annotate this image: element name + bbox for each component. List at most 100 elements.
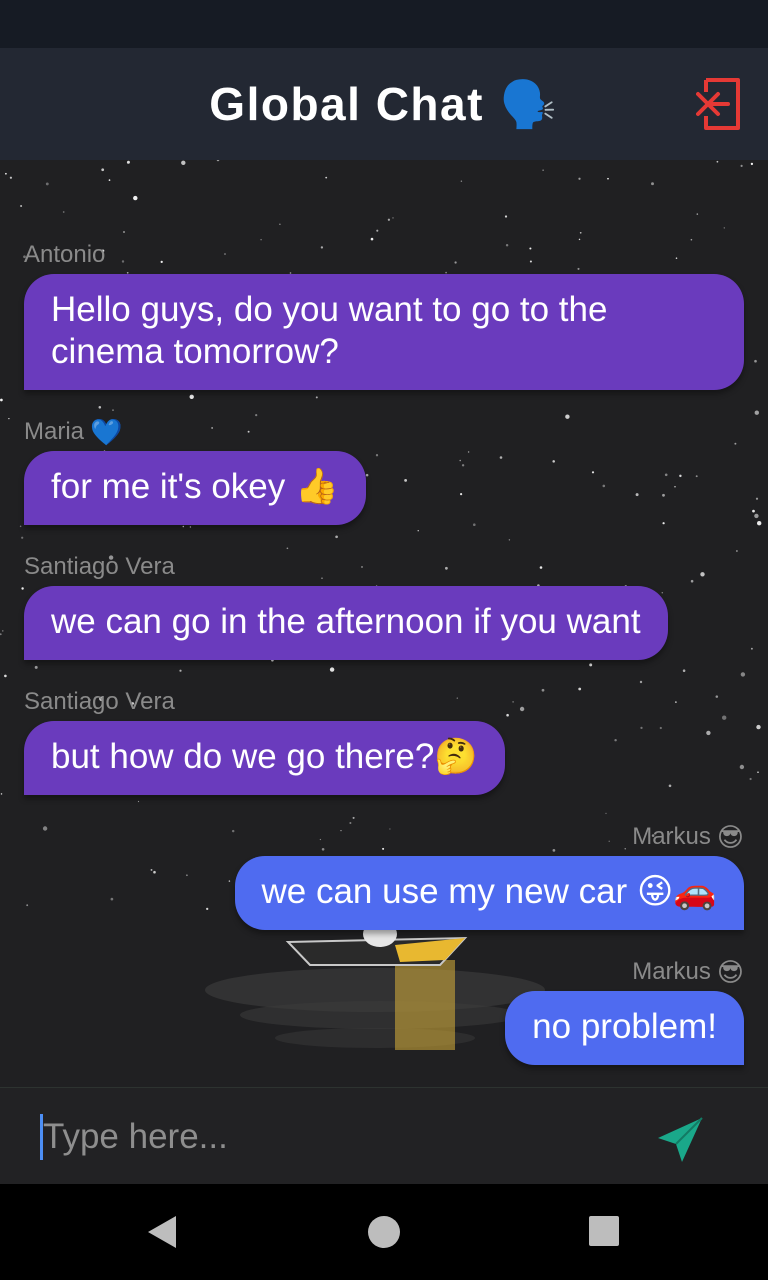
star bbox=[675, 701, 677, 703]
send-icon[interactable] bbox=[654, 1114, 706, 1166]
star bbox=[98, 406, 102, 409]
star bbox=[133, 195, 138, 201]
page-title-text: Global Chat bbox=[209, 78, 484, 130]
star bbox=[286, 547, 289, 550]
star bbox=[739, 764, 745, 770]
message-item: Maria 💙 for me it's okey 👍 bbox=[24, 417, 366, 525]
star bbox=[19, 525, 22, 528]
logout-icon[interactable] bbox=[696, 76, 744, 132]
star bbox=[123, 231, 125, 233]
app-bar: Global Chat 🗣️ bbox=[0, 48, 768, 160]
star bbox=[734, 442, 737, 445]
star bbox=[42, 826, 48, 831]
message-bubble[interactable]: for me it's okey 👍 bbox=[24, 451, 366, 525]
sender-name: Santiago Vera bbox=[24, 688, 175, 715]
star bbox=[110, 897, 114, 901]
star bbox=[4, 674, 7, 678]
sender-name: Santiago Vera bbox=[24, 553, 175, 580]
star bbox=[126, 160, 130, 164]
star bbox=[21, 536, 24, 539]
message-bubble[interactable]: Hello guys, do you want to go to the cin… bbox=[24, 274, 744, 390]
star bbox=[34, 665, 38, 669]
star bbox=[8, 417, 10, 420]
star bbox=[189, 394, 194, 399]
star bbox=[682, 669, 686, 672]
star bbox=[9, 176, 13, 179]
star bbox=[216, 160, 220, 162]
back-triangle-icon[interactable] bbox=[144, 1212, 184, 1252]
star bbox=[614, 738, 617, 742]
star bbox=[26, 904, 29, 907]
recents-square-icon[interactable] bbox=[589, 1216, 619, 1246]
message-bubble[interactable]: we can use my new car 😜🚗 bbox=[234, 856, 744, 930]
message-bubble[interactable]: no problem! bbox=[505, 991, 744, 1065]
star bbox=[365, 473, 369, 477]
star bbox=[508, 539, 511, 541]
message-bubble[interactable]: we can go in the afternoon if you want bbox=[24, 586, 668, 660]
message-sender: Markus 😎 bbox=[235, 822, 744, 852]
message-item: Santiago Vera we can go in the afternoon… bbox=[24, 552, 668, 660]
star bbox=[467, 451, 470, 453]
sender-name: Antonio bbox=[24, 241, 106, 268]
star bbox=[715, 695, 719, 698]
star bbox=[754, 410, 759, 415]
star bbox=[417, 530, 419, 532]
home-circle-icon[interactable] bbox=[368, 1216, 400, 1248]
star bbox=[578, 177, 581, 180]
star bbox=[182, 525, 185, 528]
star bbox=[756, 724, 761, 730]
star bbox=[472, 523, 476, 527]
star bbox=[700, 572, 705, 577]
message-item: Markus 😎 no problem! bbox=[505, 957, 744, 1065]
star bbox=[752, 509, 755, 513]
page-title: Global Chat 🗣️ bbox=[209, 77, 558, 132]
star bbox=[189, 526, 192, 528]
message-item: Markus 😎 we can use my new car 😜🚗 bbox=[234, 822, 744, 930]
star bbox=[404, 478, 408, 482]
star bbox=[674, 486, 676, 488]
message-sender: Maria 💙 bbox=[24, 417, 366, 447]
star bbox=[668, 784, 672, 788]
star bbox=[754, 359, 757, 363]
star bbox=[662, 493, 665, 497]
chat-messages-area[interactable]: Antonio Hello guys, do you want to go to… bbox=[0, 160, 768, 1087]
star bbox=[750, 162, 754, 166]
star bbox=[62, 211, 65, 213]
star bbox=[2, 630, 4, 632]
star bbox=[589, 663, 593, 667]
star bbox=[696, 213, 699, 215]
star bbox=[137, 800, 140, 803]
star bbox=[0, 633, 2, 636]
message-sender: Markus 😎 bbox=[505, 957, 744, 987]
message-bubble[interactable]: but how do we go there?🤔 bbox=[24, 721, 505, 795]
sunglasses-face-icon: 😎 bbox=[716, 956, 744, 987]
star bbox=[706, 730, 711, 736]
star bbox=[392, 217, 394, 219]
star bbox=[716, 160, 719, 163]
star bbox=[639, 680, 643, 684]
star bbox=[578, 687, 582, 691]
message-composer bbox=[0, 1087, 768, 1184]
message-input[interactable] bbox=[40, 1114, 600, 1160]
star bbox=[108, 179, 111, 181]
star bbox=[735, 550, 738, 552]
star bbox=[0, 793, 3, 795]
star bbox=[279, 223, 281, 225]
star bbox=[45, 182, 49, 186]
boat-on-water-illustration bbox=[205, 920, 545, 1050]
star bbox=[565, 414, 570, 419]
star bbox=[228, 880, 231, 882]
star bbox=[607, 177, 609, 180]
star bbox=[206, 907, 209, 911]
star bbox=[460, 493, 463, 496]
message-item: Santiago Vera but how do we go there?🤔 bbox=[24, 687, 505, 795]
star bbox=[690, 579, 694, 583]
star bbox=[329, 667, 335, 672]
star bbox=[325, 176, 328, 179]
star bbox=[635, 493, 639, 497]
sender-name: Markus bbox=[632, 823, 711, 850]
star bbox=[640, 726, 643, 730]
star bbox=[679, 474, 682, 478]
star bbox=[659, 726, 662, 730]
system-navigation-bar bbox=[0, 1184, 768, 1280]
